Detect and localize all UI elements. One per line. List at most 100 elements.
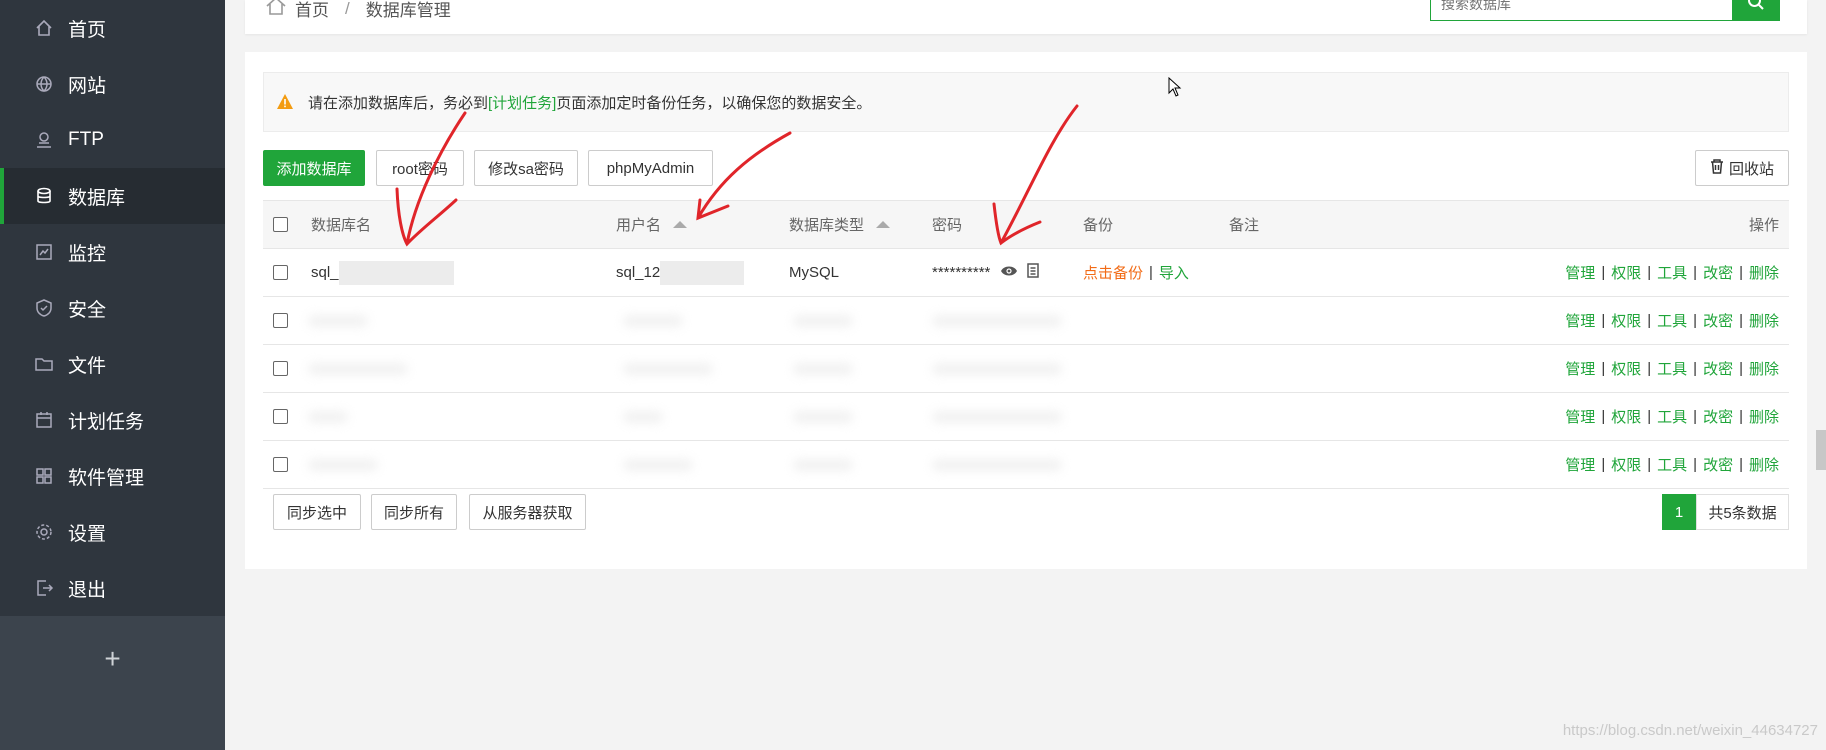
sidebar-item-ftp[interactable]: FTP (0, 112, 225, 168)
row-actions: 管理 | 权限 | 工具 | 改密 | 删除 (1565, 249, 1779, 296)
eye-icon[interactable] (1000, 264, 1018, 281)
add-database-button[interactable]: 添加数据库 (263, 150, 365, 186)
separator: | (1647, 360, 1652, 377)
select-all-checkbox[interactable] (273, 217, 288, 232)
db-name: sql_ (311, 264, 339, 281)
permission-link[interactable]: 权限 (1611, 310, 1641, 331)
col-password-header: 密码 (932, 217, 963, 234)
col-type-header[interactable]: 数据库类型 (789, 201, 891, 248)
alert-text-before: 请在添加数据库后，务必到 (308, 94, 489, 112)
delete-link[interactable]: 删除 (1749, 406, 1779, 427)
cron-link[interactable]: [计划任务] (488, 92, 556, 113)
root-password-button[interactable]: root密码 (376, 150, 464, 186)
redacted-block (338, 260, 454, 285)
sort-asc-icon (876, 221, 891, 228)
separator: | (1693, 408, 1698, 425)
tools-link[interactable]: 工具 (1657, 358, 1687, 379)
col-name-header[interactable]: 数据库名 (311, 201, 371, 248)
separator: | (1693, 456, 1698, 473)
sidebar-item-label: 首页 (68, 19, 107, 41)
breadcrumb-home[interactable]: 首页 (295, 0, 329, 21)
sidebar-item-label: FTP (68, 129, 104, 150)
sync-selected-button[interactable]: 同步选中 (273, 494, 361, 530)
sidebar-item-files[interactable]: 文件 (0, 336, 225, 392)
manage-link[interactable]: 管理 (1565, 262, 1595, 283)
phpmyadmin-button[interactable]: phpMyAdmin (588, 150, 713, 186)
change-password-link[interactable]: 改密 (1703, 310, 1733, 331)
search-input[interactable] (1430, 0, 1732, 21)
permission-link[interactable]: 权限 (1611, 406, 1641, 427)
manage-link[interactable]: 管理 (1565, 406, 1595, 427)
sidebar-item-home[interactable]: 首页 (0, 0, 225, 56)
breadcrumb: 首页 / 数据库管理 (265, 0, 451, 21)
home-icon[interactable] (265, 0, 287, 21)
backup-link[interactable]: 点击备份 (1083, 262, 1143, 283)
database-table: 数据库名 用户名 数据库类型 密码 备份 备注 操作 sql_ sql_12 M… (263, 200, 1789, 489)
permission-link[interactable]: 权限 (1611, 358, 1641, 379)
col-user-header[interactable]: 用户名 (616, 201, 688, 248)
tools-link[interactable]: 工具 (1657, 406, 1687, 427)
row-checkbox[interactable] (273, 457, 288, 472)
blurred-content (932, 411, 1062, 423)
separator: | (1739, 264, 1743, 281)
col-remark-header: 备注 (1229, 217, 1260, 234)
tools-link[interactable]: 工具 (1657, 262, 1687, 283)
recycle-bin-button[interactable]: 回收站 (1695, 150, 1789, 186)
db-user: sql_12 (616, 264, 661, 281)
separator: | (1739, 408, 1743, 425)
redacted-block (660, 260, 745, 285)
change-password-link[interactable]: 改密 (1703, 358, 1733, 379)
scrollbar-thumb[interactable] (1816, 430, 1826, 470)
sidebar-item-label: 安全 (68, 299, 107, 321)
blurred-content (623, 363, 713, 375)
manage-link[interactable]: 管理 (1565, 358, 1595, 379)
separator: | (1601, 360, 1606, 377)
row-checkbox[interactable] (273, 313, 288, 328)
copy-icon[interactable] (1026, 262, 1040, 283)
row-checkbox[interactable] (273, 409, 288, 424)
add-shortcut-button[interactable]: + (0, 634, 225, 684)
sidebar-item-monitor[interactable]: 监控 (0, 224, 225, 280)
row-checkbox[interactable] (273, 265, 288, 280)
blurred-content (793, 411, 853, 423)
sidebar-item-website[interactable]: 网站 (0, 56, 225, 112)
fetch-from-server-button[interactable]: 从服务器获取 (469, 494, 586, 530)
sidebar-item-software[interactable]: 软件管理 (0, 448, 225, 504)
delete-link[interactable]: 删除 (1749, 310, 1779, 331)
breadcrumb-separator: / (345, 0, 350, 18)
page-1-button[interactable]: 1 (1662, 494, 1696, 530)
manage-link[interactable]: 管理 (1565, 454, 1595, 475)
permission-link[interactable]: 权限 (1611, 454, 1641, 475)
permission-link[interactable]: 权限 (1611, 262, 1641, 283)
sidebar-item-logout[interactable]: 退出 (0, 560, 225, 616)
row-checkbox[interactable] (273, 361, 288, 376)
change-password-link[interactable]: 改密 (1703, 454, 1733, 475)
search-icon (1746, 0, 1766, 16)
tools-link[interactable]: 工具 (1657, 310, 1687, 331)
apps-icon (34, 466, 54, 486)
sidebar-item-label: 退出 (68, 579, 107, 601)
sidebar-item-security[interactable]: 安全 (0, 280, 225, 336)
change-password-link[interactable]: 改密 (1703, 262, 1733, 283)
logout-icon (34, 578, 54, 598)
backup-alert: 请在添加数据库后，务必到 [计划任务] 页面添加定时备份任务，以确保您的数据安全… (263, 72, 1789, 132)
blurred-content (308, 363, 408, 375)
blurred-content (623, 411, 663, 423)
sidebar-item-database[interactable]: 数据库 (0, 168, 225, 224)
import-link[interactable]: 导入 (1159, 262, 1189, 283)
trash-icon (1710, 158, 1724, 178)
sidebar-item-settings[interactable]: 设置 (0, 504, 225, 560)
tools-link[interactable]: 工具 (1657, 454, 1687, 475)
separator: | (1647, 456, 1652, 473)
sync-all-button[interactable]: 同步所有 (371, 494, 457, 530)
search-button[interactable] (1732, 0, 1780, 21)
separator: | (1601, 264, 1606, 281)
sidebar-item-label: 设置 (68, 523, 107, 545)
delete-link[interactable]: 删除 (1749, 358, 1779, 379)
delete-link[interactable]: 删除 (1749, 454, 1779, 475)
sidebar-item-cron[interactable]: 计划任务 (0, 392, 225, 448)
change-sa-password-button[interactable]: 修改sa密码 (474, 150, 578, 186)
manage-link[interactable]: 管理 (1565, 310, 1595, 331)
change-password-link[interactable]: 改密 (1703, 406, 1733, 427)
delete-link[interactable]: 删除 (1749, 262, 1779, 283)
